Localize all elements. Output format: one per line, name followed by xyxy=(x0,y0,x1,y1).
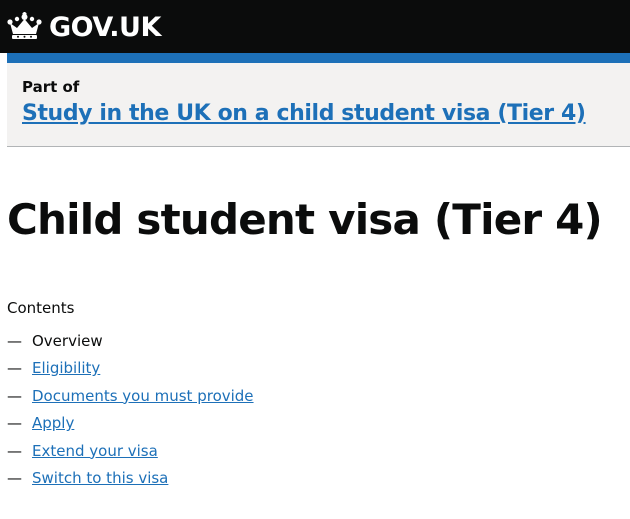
contents-item-documents: — Documents you must provide xyxy=(7,382,254,410)
contents-item-extend: — Extend your visa xyxy=(7,437,254,465)
contents-item-switch: — Switch to this visa xyxy=(7,465,254,493)
header-accent-bar xyxy=(7,53,630,63)
contents-item-overview: — Overview xyxy=(7,327,254,355)
list-dash: — xyxy=(7,386,22,405)
contents-list: — Overview — Eligibility — Documents you… xyxy=(7,327,254,492)
contents-heading: Contents xyxy=(7,299,75,317)
list-dash: — xyxy=(7,331,22,350)
contents-link-extend[interactable]: Extend your visa xyxy=(32,442,158,460)
contents-link-eligibility[interactable]: Eligibility xyxy=(32,359,100,377)
contents-link-switch[interactable]: Switch to this visa xyxy=(32,469,168,487)
list-dash: — xyxy=(7,441,22,460)
list-dash: — xyxy=(7,469,22,488)
parent-guide-link[interactable]: Study in the UK on a child student visa … xyxy=(22,101,586,126)
contents-link-apply[interactable]: Apply xyxy=(32,414,74,432)
part-of-banner: Part of Study in the UK on a child stude… xyxy=(7,63,630,147)
list-dash: — xyxy=(7,414,22,433)
site-header: GOV.UK xyxy=(0,0,630,53)
list-dash: — xyxy=(7,359,22,378)
page-title: Child student visa (Tier 4) xyxy=(7,195,603,244)
contents-current-overview: Overview xyxy=(32,331,103,350)
govuk-logotype: GOV.UK xyxy=(49,11,161,43)
contents-link-documents[interactable]: Documents you must provide xyxy=(32,387,254,405)
contents-item-eligibility: — Eligibility xyxy=(7,355,254,383)
govuk-home-link[interactable]: GOV.UK xyxy=(6,7,161,47)
part-of-label: Part of xyxy=(22,78,80,96)
contents-item-apply: — Apply xyxy=(7,410,254,438)
crown-icon xyxy=(6,12,43,42)
